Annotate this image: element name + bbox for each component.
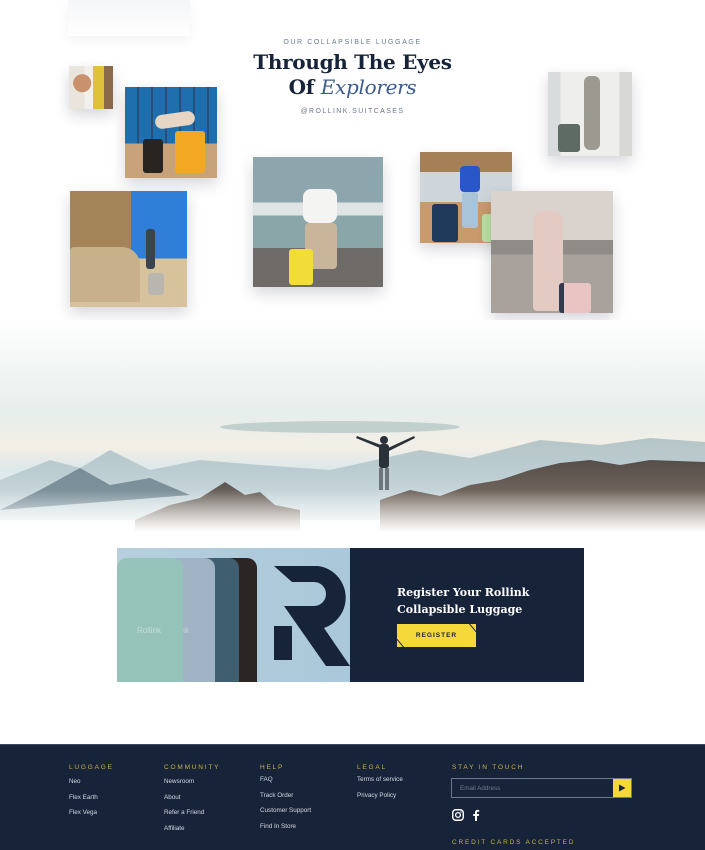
photo-suitcase [559,283,591,313]
footer-link-terms[interactable]: Terms of service [357,776,403,783]
gallery-photo[interactable] [491,191,613,313]
register-button[interactable]: REGISTER [396,622,477,649]
footer-link-faq[interactable]: FAQ [260,776,311,783]
footer-heading: STAY IN TOUCH [452,764,525,771]
gallery-photo[interactable] [548,72,632,156]
footer-link-flex-vega[interactable]: Flex Vega [69,809,114,816]
footer-link-affiliate[interactable]: Affiliate [164,825,220,832]
email-input[interactable] [452,779,612,797]
register-button-label: REGISTER [415,632,458,639]
gallery-photo[interactable] [69,66,113,109]
footer-column-help: HELP FAQ Track Order Customer Support Fi… [260,764,311,838]
photo-person [146,229,155,269]
button-slash-decoration [468,622,477,633]
distant-ridge [220,421,460,433]
gallery-photo[interactable] [125,87,217,178]
footer-heading: LUGGAGE [69,764,114,771]
gallery-photo[interactable] [70,191,187,307]
banner-product-image: Rollink Rollink [117,548,350,682]
footer-link-customer-support[interactable]: Customer Support [260,807,311,814]
title-line-2-italic: Explorers [320,75,417,99]
footer-heading: HELP [260,764,285,771]
photo-suitcase [143,139,163,173]
photo-suitcase [432,204,458,242]
photo-person [584,76,600,150]
newsletter-form [451,778,632,798]
site-footer: LUGGAGE Neo Flex Earth Flex Vega COMMUNI… [0,744,705,850]
button-slash-decoration [396,638,405,649]
photo-suitcase [148,273,164,295]
title-line-2-plain: Of [288,75,321,99]
bag-brand-emboss: Rollink [137,626,162,635]
instagram-link[interactable] [452,808,464,826]
footer-column-luggage: LUGGAGE Neo Flex Earth Flex Vega [69,764,114,825]
footer-link-newsroom[interactable]: Newsroom [164,778,220,785]
footer-column-stay-in-touch: STAY IN TOUCH [452,764,524,778]
footer-link-privacy[interactable]: Privacy Policy [357,792,403,799]
photo-rock [70,247,140,302]
photo-suitcase [289,249,313,285]
mountain-hero-image [0,320,705,550]
email-submit-button[interactable] [613,779,631,797]
luggage-bag: Rollink [117,558,183,682]
faded-photo-edge [68,0,190,36]
photo-person [154,110,196,130]
instagram-icon [452,809,464,821]
facebook-icon [473,809,480,821]
banner-title-line-1: Register Your Rollink [397,586,530,599]
play-arrow-icon [619,784,626,792]
banner-title: Register Your Rollink Collapsible Luggag… [397,584,577,618]
banner-title-line-2: Collapsible Luggage [397,603,523,616]
footer-heading: COMMUNITY [164,764,221,771]
register-banner: Rollink Rollink Register Your Rollink Co… [117,548,584,682]
photo-person [460,166,480,192]
footer-link-track-order[interactable]: Track Order [260,792,311,799]
credit-cards-heading: CREDIT CARDS ACCEPTED [452,839,576,846]
footer-heading: LEGAL [357,764,387,771]
footer-link-flex-earth[interactable]: Flex Earth [69,794,114,801]
section-eyebrow: OUR COLLAPSIBLE LUGGAGE [283,39,422,46]
rollink-r-logo [274,566,350,666]
footer-column-legal: LEGAL Terms of service Privacy Policy [357,764,403,807]
footer-link-neo[interactable]: Neo [69,778,114,785]
photo-person-legs [462,192,478,228]
facebook-link[interactable] [472,808,480,826]
photo-person [303,189,337,223]
cloud-fog [0,490,705,550]
photo-suitcase [175,131,205,173]
footer-column-community: COMMUNITY Newsroom About Refer a Friend … [164,764,220,840]
photo-suitcase [558,124,580,152]
title-line-1: Through The Eyes [253,50,452,74]
footer-link-refer-a-friend[interactable]: Refer a Friend [164,809,220,816]
footer-link-about[interactable]: About [164,794,220,801]
gallery-photo[interactable] [253,157,383,287]
footer-link-find-in-store[interactable]: Find In Store [260,823,311,830]
